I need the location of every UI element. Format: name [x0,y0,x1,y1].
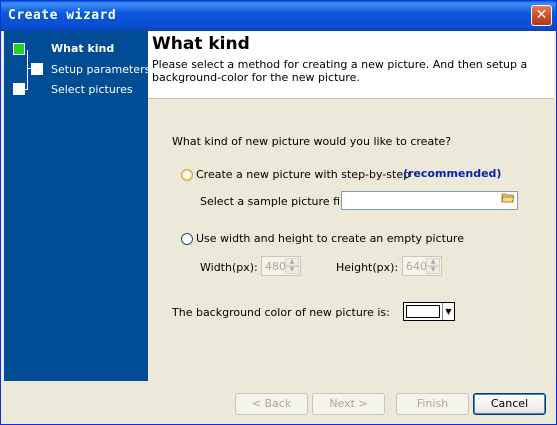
width-label: Width(px): [200,261,258,274]
background-color-label: The background color of new picture is: [172,306,390,319]
step-indicator-active [13,43,25,55]
height-stepper[interactable]: 640 ▲ ▼ [402,256,442,276]
close-button[interactable]: ✕ [531,5,552,26]
empty-picture-label[interactable]: Use width and height to create an empty … [196,232,464,245]
width-stepper[interactable]: 480 ▲ ▼ [261,256,301,276]
page-title: What kind [152,34,250,54]
page-header: What kind Please select a method for cre… [148,31,554,99]
wizard-steps-sidebar: What kind Setup parameters Select pictur… [4,31,151,381]
question-label: What kind of new picture would you like … [172,135,452,148]
page-description: Please select a method for creating a ne… [152,58,528,84]
back-button[interactable]: < Back [235,393,308,415]
step-what-kind: What kind [51,42,115,55]
finish-button[interactable]: Finish [396,393,469,415]
background-color-dropdown[interactable]: ▼ [403,302,455,321]
step-indicator [13,83,25,95]
wizard-content: What kind of new picture would you like … [148,99,554,381]
next-button[interactable]: Next > [312,393,385,415]
spin-down-icon[interactable]: ▼ [285,266,299,274]
spin-up-icon[interactable]: ▲ [426,258,440,266]
spin-down-icon[interactable]: ▼ [426,266,440,274]
step-by-step-radio[interactable] [181,169,193,181]
height-spin-arrows[interactable]: ▲ ▼ [426,258,440,274]
recommended-badge: (recommended) [403,167,502,180]
width-value: 480 [265,260,286,273]
step-setup-parameters: Setup parameters [51,63,151,76]
color-swatch [406,305,440,318]
cancel-button[interactable]: Cancel [473,393,546,415]
width-spin-arrows[interactable]: ▲ ▼ [285,258,299,274]
spin-up-icon[interactable]: ▲ [285,258,299,266]
dropdown-arrow-icon[interactable]: ▼ [442,303,454,320]
title-bar[interactable]: Create wizard ✕ [1,1,556,31]
tree-connector-line [27,50,28,90]
step-indicator [31,63,43,75]
wizard-footer: < Back Next > Finish Cancel [4,381,555,423]
height-value: 640 [406,260,427,273]
sample-picture-label: Select a sample picture first: [200,195,359,208]
sample-picture-input[interactable] [341,191,518,210]
height-label: Height(px): [336,261,399,274]
window-title: Create wizard [8,8,117,23]
step-select-pictures: Select pictures [51,83,133,96]
step-by-step-label[interactable]: Create a new picture with step-by-step [196,168,410,181]
folder-open-icon[interactable] [499,192,517,209]
empty-picture-radio[interactable] [181,233,193,245]
create-wizard-window: Create wizard ✕ What kind Setup paramete… [0,0,557,425]
